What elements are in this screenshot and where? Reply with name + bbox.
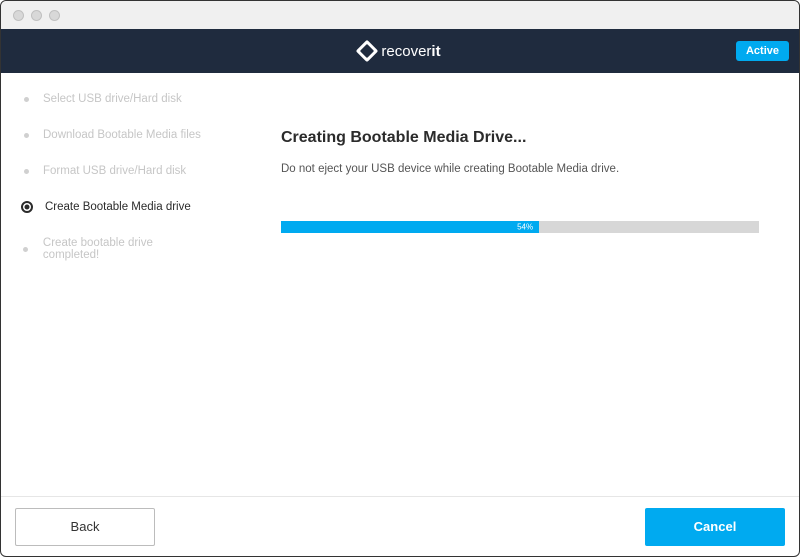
brand-icon <box>356 40 379 63</box>
step-dot-icon <box>21 244 31 254</box>
step-label: Create bootable drive completed! <box>43 237 211 261</box>
progress-percent-label: 54% <box>517 223 533 232</box>
progress-fill: 54% <box>281 221 539 233</box>
brand-text-suffix: it <box>431 43 440 60</box>
main-panel: Creating Bootable Media Drive... Do not … <box>211 73 799 496</box>
cancel-button[interactable]: Cancel <box>645 508 785 546</box>
window-titlebar <box>1 1 799 29</box>
step-label: Format USB drive/Hard disk <box>43 165 186 177</box>
minimize-window-icon[interactable] <box>31 10 42 21</box>
progress-bar: 54% <box>281 221 759 233</box>
brand-logo: recoverit <box>359 43 440 60</box>
footer-bar: Back Cancel <box>1 496 799 556</box>
active-button[interactable]: Active <box>736 41 789 61</box>
step-item: Select USB drive/Hard disk <box>21 93 211 105</box>
step-dot-icon <box>21 130 31 140</box>
step-item: Create bootable drive completed! <box>21 237 211 261</box>
step-item: Create Bootable Media drive <box>21 201 211 213</box>
brand-text-prefix: recover <box>381 43 431 60</box>
back-button[interactable]: Back <box>15 508 155 546</box>
step-item: Format USB drive/Hard disk <box>21 165 211 177</box>
step-label: Select USB drive/Hard disk <box>43 93 182 105</box>
main-title: Creating Bootable Media Drive... <box>281 129 759 147</box>
main-subtitle: Do not eject your USB device while creat… <box>281 163 759 175</box>
content-area: Select USB drive/Hard disk Download Boota… <box>1 73 799 496</box>
step-item: Download Bootable Media files <box>21 129 211 141</box>
radio-selected-icon <box>21 201 33 213</box>
steps-sidebar: Select USB drive/Hard disk Download Boota… <box>1 73 211 496</box>
step-label: Create Bootable Media drive <box>45 201 191 213</box>
app-header: recoverit Active <box>1 29 799 73</box>
maximize-window-icon[interactable] <box>49 10 60 21</box>
close-window-icon[interactable] <box>13 10 24 21</box>
step-dot-icon <box>21 166 31 176</box>
step-label: Download Bootable Media files <box>43 129 201 141</box>
step-dot-icon <box>21 94 31 104</box>
